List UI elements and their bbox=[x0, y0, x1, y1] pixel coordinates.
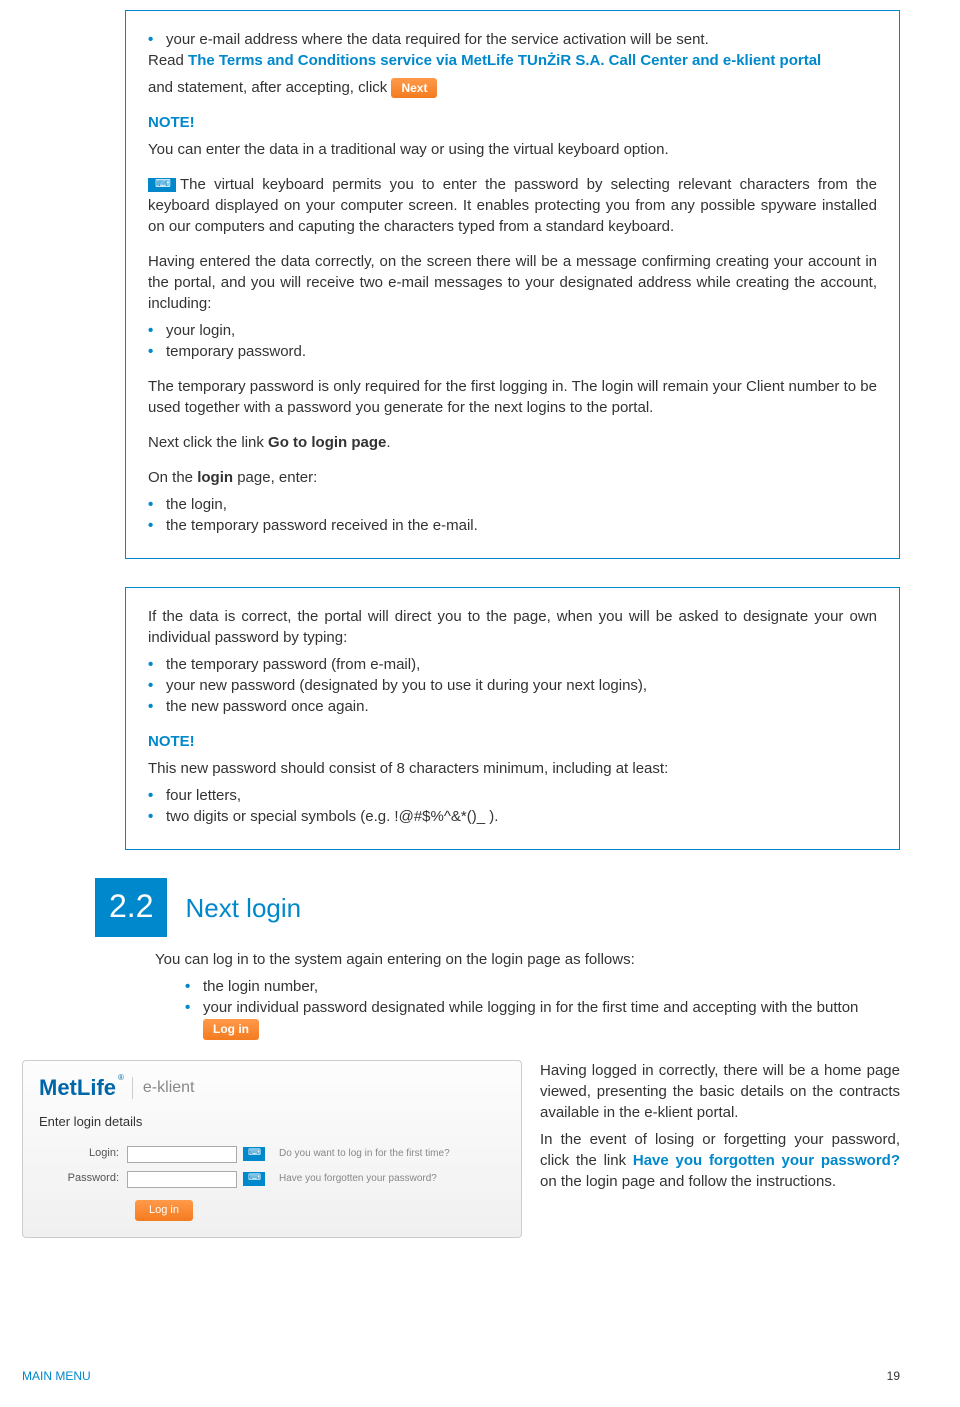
bullet-individual-pwd: your individual password designated whil… bbox=[185, 997, 900, 1039]
text-read: Read bbox=[148, 52, 188, 69]
password-input[interactable] bbox=[127, 1171, 237, 1188]
login-input[interactable] bbox=[127, 1146, 237, 1163]
bullet-yourlogin: your login, bbox=[148, 320, 877, 341]
instruction-box-1: your e-mail address where the data requi… bbox=[125, 10, 900, 559]
text-follow: on the login page and follow the instruc… bbox=[540, 1173, 836, 1190]
section-number: 2.2 bbox=[95, 878, 167, 937]
temp-password-text: The temporary password is only required … bbox=[148, 376, 877, 418]
next-login-intro: You can log in to the system again enter… bbox=[155, 949, 900, 970]
section-body: You can log in to the system again enter… bbox=[155, 949, 900, 1039]
note-text-1: You can enter the data in a traditional … bbox=[148, 139, 877, 160]
bullet-twodigits: two digits or special symbols (e.g. !@#$… bbox=[148, 806, 877, 827]
text-statement: and statement, after accepting, click bbox=[148, 79, 387, 96]
terms-link[interactable]: The Terms and Conditions service via Met… bbox=[188, 52, 821, 69]
page-number: 19 bbox=[887, 1368, 900, 1385]
bullet-tmpfromemail: the temporary password (from e-mail), bbox=[148, 654, 877, 675]
note-text-2: This new password should consist of 8 ch… bbox=[148, 758, 877, 779]
first-time-link[interactable]: Do you want to log in for the first time… bbox=[279, 1147, 450, 1161]
password-row: Password: Have you forgotten your passwo… bbox=[39, 1171, 505, 1188]
logo-sub: e-klient bbox=[132, 1077, 195, 1099]
bullet-temppwd: temporary password. bbox=[148, 341, 877, 362]
vk-text: The virtual keyboard permits you to ente… bbox=[148, 176, 877, 235]
virtual-keyboard-paragraph: The virtual keyboard permits you to ente… bbox=[148, 174, 877, 237]
login-widget: MetLife® e-klient Enter login details Lo… bbox=[22, 1060, 522, 1238]
next-button[interactable]: Next bbox=[391, 78, 437, 99]
text-period: . bbox=[386, 434, 390, 451]
login-row: Login: Do you want to log in for the fir… bbox=[39, 1146, 505, 1163]
go-to-login-link: Go to login page bbox=[268, 434, 386, 451]
forgot-instructions: In the event of losing or forgetting you… bbox=[540, 1129, 900, 1192]
bullet-tmppwd: the temporary password received in the e… bbox=[148, 515, 877, 536]
keyboard-icon bbox=[148, 178, 176, 192]
text-nextclick: Next click the link bbox=[148, 434, 268, 451]
text-indivpwd: your individual password designated whil… bbox=[203, 999, 858, 1016]
page-footer: MAIN MENU 19 bbox=[0, 1368, 960, 1385]
keyboard-icon[interactable] bbox=[243, 1172, 265, 1186]
logo-reg-icon: ® bbox=[118, 1072, 124, 1083]
bullet-thelogin: the login, bbox=[148, 494, 877, 515]
text-enter: page, enter: bbox=[233, 469, 317, 486]
text-onthe: On the bbox=[148, 469, 197, 486]
login-label: Login: bbox=[39, 1146, 127, 1161]
login-button-inline[interactable]: Log in bbox=[203, 1019, 259, 1040]
bullet-newpwd: your new password (designated by you to … bbox=[148, 675, 877, 696]
login-submit-button[interactable]: Log in bbox=[135, 1200, 193, 1221]
metlife-logo: MetLife® e-klient bbox=[39, 1073, 505, 1104]
homepage-text: Having logged in correctly, there will b… bbox=[540, 1060, 900, 1123]
account-creation-text: Having entered the data correctly, on th… bbox=[148, 251, 877, 314]
statement-line: and statement, after accepting, click Ne… bbox=[148, 77, 877, 98]
bullet-email: your e-mail address where the data requi… bbox=[148, 29, 877, 50]
keyboard-icon[interactable] bbox=[243, 1147, 265, 1161]
forgot-password-link[interactable]: Have you forgotten your password? bbox=[279, 1172, 437, 1186]
enter-login-details: Enter login details bbox=[39, 1113, 505, 1131]
section-title: Next login bbox=[185, 890, 301, 926]
forgot-password-highlight: Have you forgotten your password? bbox=[633, 1152, 900, 1169]
logo-text: MetLife bbox=[39, 1073, 116, 1104]
text-login-bold: login bbox=[197, 469, 233, 486]
logged-in-description: Having logged in correctly, there will b… bbox=[540, 1060, 900, 1192]
read-terms-line: Read The Terms and Conditions service vi… bbox=[148, 50, 877, 71]
password-label: Password: bbox=[39, 1171, 127, 1186]
instruction-box-2: If the data is correct, the portal will … bbox=[125, 587, 900, 850]
bullet-fourletters: four letters, bbox=[148, 785, 877, 806]
footer-main-menu[interactable]: MAIN MENU bbox=[22, 1368, 91, 1385]
login-area: MetLife® e-klient Enter login details Lo… bbox=[0, 1060, 960, 1238]
designate-pwd-text: If the data is correct, the portal will … bbox=[148, 606, 877, 648]
go-to-login-line: Next click the link Go to login page. bbox=[148, 432, 877, 453]
section-header: 2.2 Next login bbox=[95, 878, 900, 937]
bullet-newpwdagain: the new password once again. bbox=[148, 696, 877, 717]
bullet-loginnumber: the login number, bbox=[185, 976, 900, 997]
note-label-2: NOTE! bbox=[148, 731, 877, 752]
login-page-line: On the login page, enter: bbox=[148, 467, 877, 488]
note-label-1: NOTE! bbox=[148, 112, 877, 133]
